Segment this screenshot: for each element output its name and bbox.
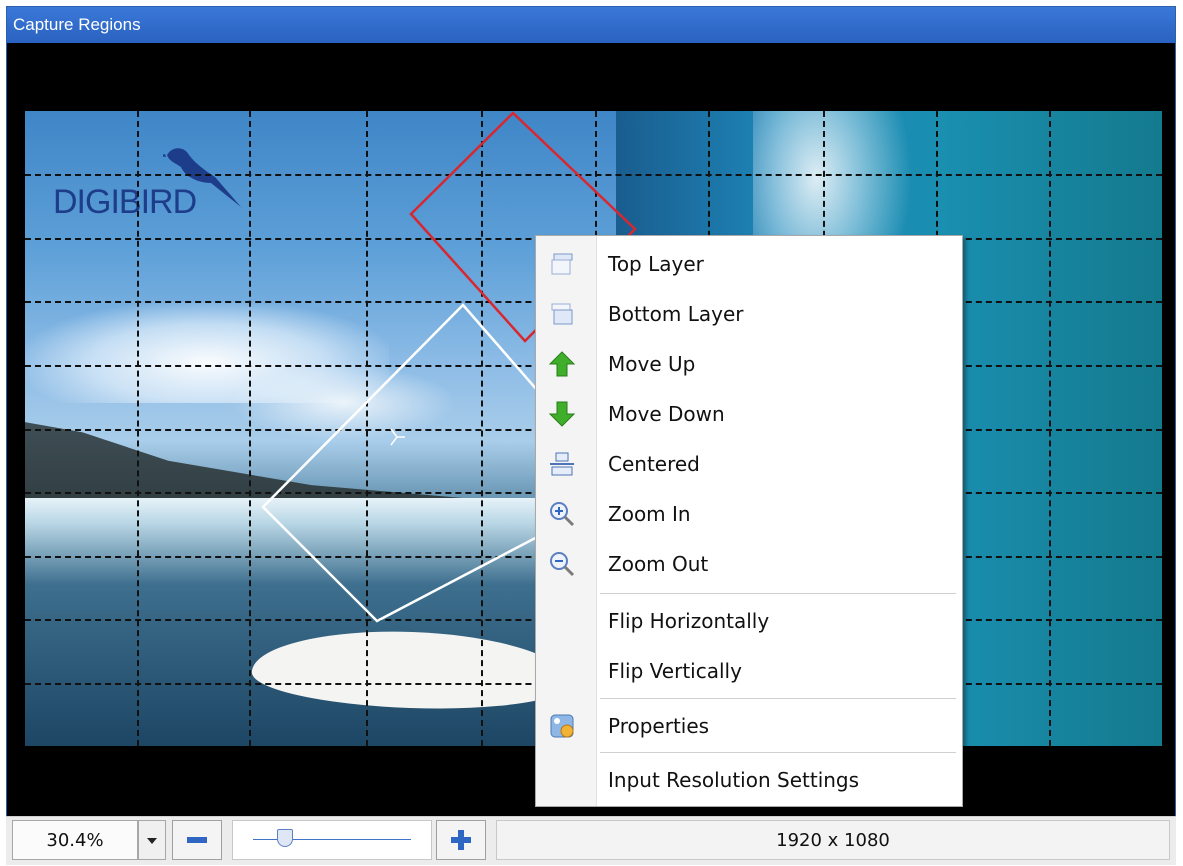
menu-item-zoom-out[interactable]: Zoom Out (536, 539, 962, 589)
menu-item-properties[interactable]: Properties (536, 701, 962, 751)
menu-separator (600, 698, 956, 699)
context-menu: Top Layer Bottom Layer Move Up Move Down… (535, 235, 963, 807)
zoom-toolbar: 30.4% 1920 x 1080 (6, 816, 1176, 865)
menu-item-label: Centered (608, 452, 700, 476)
capture-regions-window: Capture Regions DIGIBIRD Top Layer Botto… (6, 6, 1176, 864)
menu-item-flip-horizontally[interactable]: Flip Horizontally (536, 596, 962, 646)
zoom-slider-thumb[interactable] (276, 829, 293, 847)
minus-icon (187, 837, 207, 843)
plus-icon (451, 830, 471, 850)
center-align-icon (550, 452, 574, 476)
zoom-in-icon (550, 502, 575, 527)
menu-item-label: Move Up (608, 352, 696, 376)
zoom-out-icon (550, 552, 575, 577)
arrow-up-green-icon (548, 351, 576, 377)
window-title: Capture Regions (7, 7, 1175, 43)
menu-item-label: Flip Vertically (608, 659, 742, 683)
zoom-in-button[interactable] (436, 820, 486, 860)
zoom-dropdown-button[interactable] (138, 820, 166, 860)
menu-item-move-down[interactable]: Move Down (536, 389, 962, 439)
chevron-down-icon (147, 838, 157, 844)
menu-item-move-up[interactable]: Move Up (536, 339, 962, 389)
layer-bottom-icon (551, 303, 573, 325)
preview-viewport[interactable]: DIGIBIRD Top Layer Bottom Layer Move Up … (7, 43, 1175, 815)
menu-item-bottom-layer[interactable]: Bottom Layer (536, 289, 962, 339)
menu-item-label: Zoom In (608, 502, 691, 526)
menu-item-input-resolution-settings[interactable]: Input Resolution Settings (536, 755, 962, 805)
menu-item-zoom-in[interactable]: Zoom In (536, 489, 962, 539)
menu-item-label: Bottom Layer (608, 302, 744, 326)
properties-icon (550, 714, 574, 738)
menu-separator (600, 593, 956, 594)
zoom-out-button[interactable] (172, 820, 222, 860)
zoom-slider[interactable] (232, 820, 432, 860)
arrow-down-green-icon (548, 401, 576, 427)
menu-item-label: Zoom Out (608, 552, 709, 576)
layer-top-icon (551, 253, 573, 275)
menu-item-label: Flip Horizontally (608, 609, 770, 633)
zoom-value-field[interactable]: 30.4% (12, 820, 138, 860)
menu-item-label: Top Layer (608, 252, 704, 276)
menu-item-label: Properties (608, 714, 710, 738)
menu-item-label: Input Resolution Settings (608, 768, 860, 792)
menu-item-flip-vertically[interactable]: Flip Vertically (536, 646, 962, 696)
menu-item-label: Move Down (608, 402, 725, 426)
resolution-display: 1920 x 1080 (496, 820, 1170, 860)
menu-item-centered[interactable]: Centered (536, 439, 962, 489)
menu-separator (600, 752, 956, 753)
menu-item-top-layer[interactable]: Top Layer (536, 239, 962, 289)
